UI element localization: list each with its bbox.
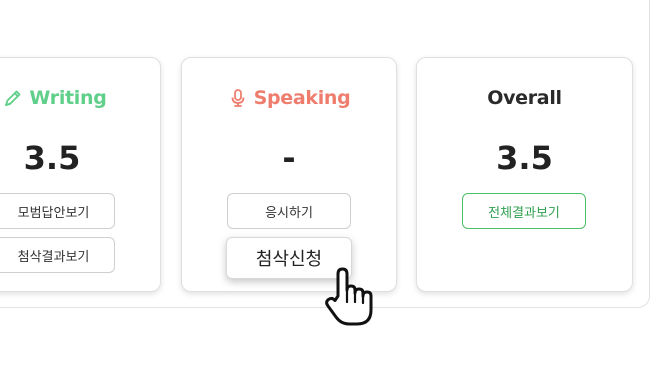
hand-pointer-icon	[325, 267, 373, 326]
full-result-button[interactable]: 전체결과보기	[462, 193, 586, 229]
speaking-title: Speaking	[181, 86, 397, 110]
model-answer-button[interactable]: 모범답안보기	[0, 193, 115, 229]
speaking-title-label: Speaking	[253, 87, 351, 109]
writing-title: Writing	[0, 86, 110, 110]
score-summary-screen: Writing 3.5 모범답안보기 첨삭결과보기 Speaking - 응시하…	[0, 0, 667, 375]
overall-title-label: Overall	[487, 87, 562, 109]
overall-title: Overall	[416, 86, 633, 110]
writing-score: 3.5	[23, 139, 81, 177]
speaking-score: -	[282, 139, 296, 177]
writing-title-label: Writing	[29, 87, 107, 109]
microphone-icon	[231, 89, 244, 107]
overall-score: 3.5	[496, 139, 553, 177]
correction-result-button[interactable]: 첨삭결과보기	[0, 237, 115, 273]
take-test-button[interactable]: 응시하기	[227, 193, 351, 229]
pencil-icon	[5, 90, 21, 106]
